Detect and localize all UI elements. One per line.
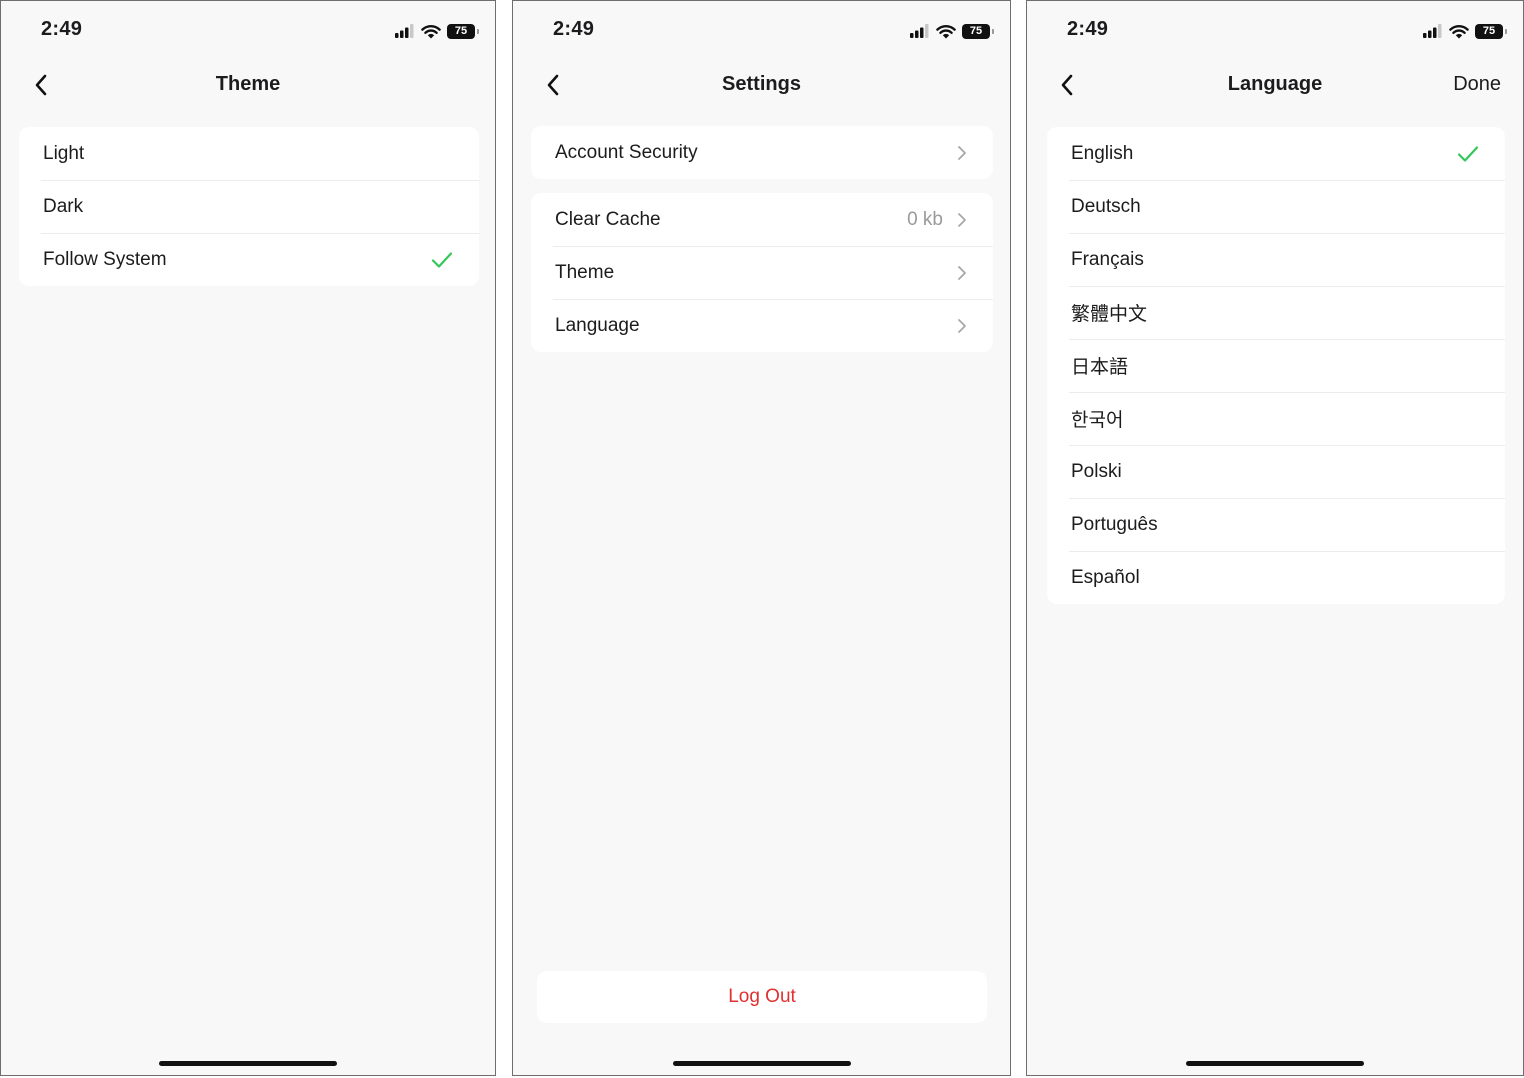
language-option-polski[interactable]: Polski xyxy=(1047,445,1505,498)
settings-item-account-security[interactable]: Account Security xyxy=(531,126,993,179)
battery-icon: 75 xyxy=(447,23,479,39)
option-label: 繁體中文 xyxy=(1071,304,1148,325)
status-time: 2:49 xyxy=(1067,18,1109,40)
status-icons: 75 xyxy=(1423,21,1507,41)
theme-screen: 2:49 75 Theme Light Dark Follow System xyxy=(0,0,496,1076)
language-option-english[interactable]: English xyxy=(1047,127,1505,180)
home-indicator[interactable] xyxy=(159,1061,337,1066)
settings-screen: 2:49 75 Settings Account Security Clear … xyxy=(512,0,1011,1076)
chevron-right-icon xyxy=(957,264,969,282)
option-label: Follow System xyxy=(43,248,167,270)
checkmark-icon xyxy=(1457,144,1481,164)
settings-item-clear-cache[interactable]: Clear Cache 0 kb xyxy=(531,193,993,246)
option-label: Português xyxy=(1071,513,1158,535)
theme-options-list: Light Dark Follow System xyxy=(19,127,479,286)
settings-item-label: Clear Cache xyxy=(555,208,661,230)
language-options-list: English Deutsch Français 繁體中文 日本語 한국어 Po… xyxy=(1047,127,1505,604)
home-indicator[interactable] xyxy=(1186,1061,1364,1066)
settings-item-language[interactable]: Language xyxy=(531,299,993,352)
cellular-signal-icon xyxy=(395,24,414,38)
theme-option-dark[interactable]: Dark xyxy=(19,180,479,233)
chevron-right-icon xyxy=(957,144,969,162)
option-label: Polski xyxy=(1071,460,1122,482)
status-time: 2:49 xyxy=(553,18,595,40)
language-option-japanese[interactable]: 日本語 xyxy=(1047,339,1505,392)
cellular-signal-icon xyxy=(1423,24,1442,38)
log-out-button[interactable]: Log Out xyxy=(537,971,987,1023)
settings-item-label: Language xyxy=(555,314,640,336)
chevron-right-icon xyxy=(957,317,969,335)
page-title: Settings xyxy=(722,73,801,95)
option-label: Deutsch xyxy=(1071,195,1141,217)
status-time: 2:49 xyxy=(41,18,83,40)
page-title: Language xyxy=(1227,73,1323,95)
option-label: English xyxy=(1071,142,1134,164)
status-bar: 2:49 75 xyxy=(1027,1,1523,59)
settings-group-general: Clear Cache 0 kb Theme Language xyxy=(531,193,993,352)
home-indicator[interactable] xyxy=(672,1061,851,1066)
settings-item-label: Theme xyxy=(555,261,615,283)
checkmark-icon xyxy=(431,250,455,270)
option-label: Light xyxy=(43,142,85,164)
wifi-icon xyxy=(1449,24,1469,38)
settings-group-account: Account Security xyxy=(531,126,993,179)
settings-item-label: Account Security xyxy=(555,141,698,163)
wifi-icon xyxy=(936,24,956,38)
battery-icon: 75 xyxy=(1475,23,1507,39)
nav-bar: Language Done xyxy=(1027,59,1523,111)
settings-item-theme[interactable]: Theme xyxy=(531,246,993,299)
done-button[interactable]: Done xyxy=(1453,73,1501,96)
option-label: Español xyxy=(1071,566,1140,588)
nav-bar: Settings xyxy=(513,59,1010,111)
option-label: 한국어 xyxy=(1071,410,1124,431)
language-option-francais[interactable]: Français xyxy=(1047,233,1505,286)
nav-bar: Theme xyxy=(1,59,495,111)
status-bar: 2:49 75 xyxy=(513,1,1010,59)
option-label: Français xyxy=(1071,248,1144,270)
option-label: Dark xyxy=(43,195,84,217)
language-screen: 2:49 75 Language Done English Deutsch Fr… xyxy=(1026,0,1524,1076)
language-option-korean[interactable]: 한국어 xyxy=(1047,392,1505,445)
page-title: Theme xyxy=(215,73,281,95)
battery-icon: 75 xyxy=(962,23,994,39)
theme-option-light[interactable]: Light xyxy=(19,127,479,180)
wifi-icon xyxy=(421,24,441,38)
language-option-deutsch[interactable]: Deutsch xyxy=(1047,180,1505,233)
theme-option-follow-system[interactable]: Follow System xyxy=(19,233,479,286)
language-option-portugues[interactable]: Português xyxy=(1047,498,1505,551)
option-label: 日本語 xyxy=(1071,357,1129,378)
language-option-traditional-chinese[interactable]: 繁體中文 xyxy=(1047,286,1505,339)
cache-size-value: 0 kb xyxy=(907,208,943,230)
status-bar: 2:49 75 xyxy=(1,1,495,59)
language-option-espanol[interactable]: Español xyxy=(1047,551,1505,604)
cellular-signal-icon xyxy=(910,24,929,38)
status-icons: 75 xyxy=(910,21,994,41)
status-icons: 75 xyxy=(395,21,479,41)
chevron-right-icon xyxy=(957,211,969,229)
